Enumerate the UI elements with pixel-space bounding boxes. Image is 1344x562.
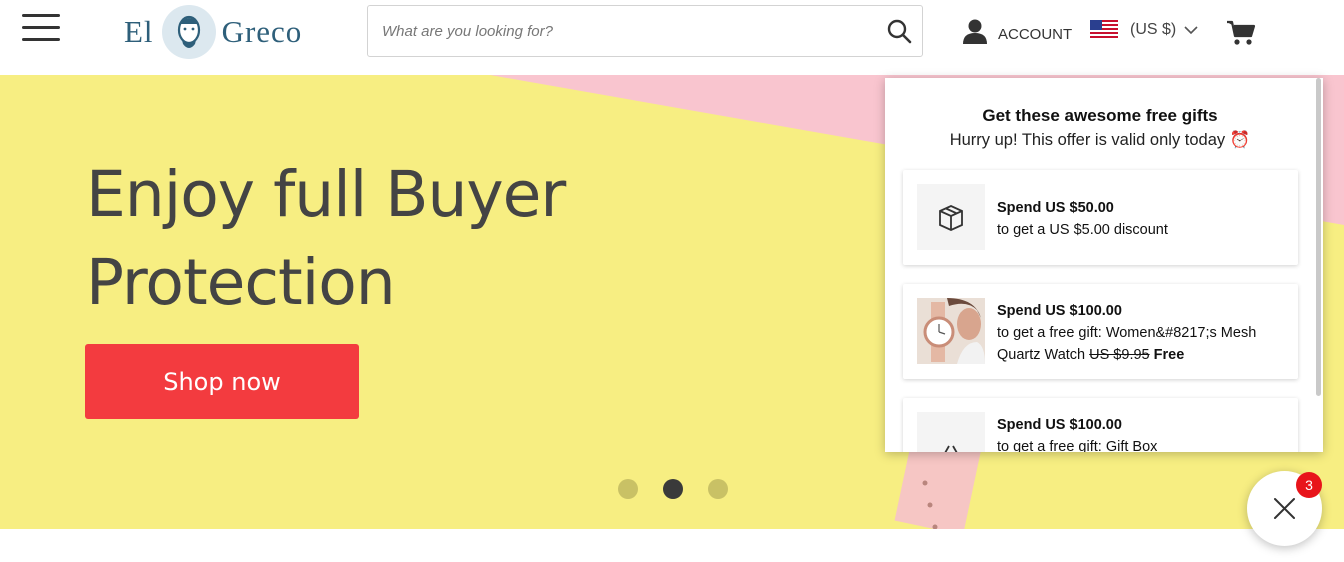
carousel-dot-1[interactable] [618,479,638,499]
watch-thumbnail [917,298,985,364]
gift-threshold: Spend US $100.00 [997,303,1122,319]
gift-threshold: Spend US $100.00 [997,417,1122,433]
logo-text-left: El [124,14,154,49]
gift-text: Spend US $50.00 to get a US $5.00 discou… [997,197,1287,241]
cart-icon[interactable] [1226,18,1256,48]
gift-text: Spend US $100.00 to get a free gift: Wom… [997,300,1287,366]
user-icon [963,19,987,44]
hero-title-line-2: Protection [86,246,396,319]
site-logo[interactable]: El Greco [124,4,302,60]
gift-old-price: US $9.95 [1089,347,1150,363]
carousel-dot-3[interactable] [708,479,728,499]
currency-selector[interactable]: (US $) [1090,20,1198,40]
gift-description: to get a free gift: Gift Box [997,439,1158,452]
hero-title-line-1: Enjoy full Buyer [86,158,566,231]
search-box [367,5,923,57]
us-flag-icon [1090,20,1118,40]
box-icon [917,184,985,250]
shop-now-button[interactable]: Shop now [85,344,359,419]
logo-text-right: Greco [221,14,303,49]
account-label: ACCOUNT [998,25,1073,43]
notification-badge: 3 [1296,472,1322,498]
basket-icon [917,412,985,452]
gift-text: Spend US $100.00 to get a free gift: Gif… [997,414,1287,452]
hero-title: Enjoy full Buyer Protection [86,151,566,327]
gift-threshold: Spend US $50.00 [997,200,1114,216]
account-link[interactable]: ACCOUNT [962,18,1072,44]
chevron-down-icon [1184,26,1198,35]
logo-face-icon [161,5,216,59]
menu-icon[interactable] [22,12,62,44]
gift-description: to get a US $5.00 discount [997,222,1168,238]
site-header: El Greco ACCOUNT (US $) [0,0,1344,75]
popup-subtitle: Hurry up! This offer is valid only today… [949,131,1251,149]
gift-free-label: Free [1153,347,1185,363]
gift-item[interactable]: Spend US $100.00 to get a free gift: Gif… [903,398,1298,452]
currency-label: (US $) [1130,21,1177,38]
search-input[interactable] [382,6,862,56]
carousel-dot-2[interactable] [663,479,683,499]
free-gifts-popup: Get these awesome free gifts Hurry up! T… [885,78,1323,452]
popup-scrollbar[interactable] [1316,78,1321,396]
search-icon[interactable] [886,18,912,44]
gift-item[interactable]: Spend US $50.00 to get a US $5.00 discou… [903,170,1298,265]
gift-item[interactable]: Spend US $100.00 to get a free gift: Wom… [903,284,1298,379]
popup-title: Get these awesome free gifts [982,106,1218,125]
